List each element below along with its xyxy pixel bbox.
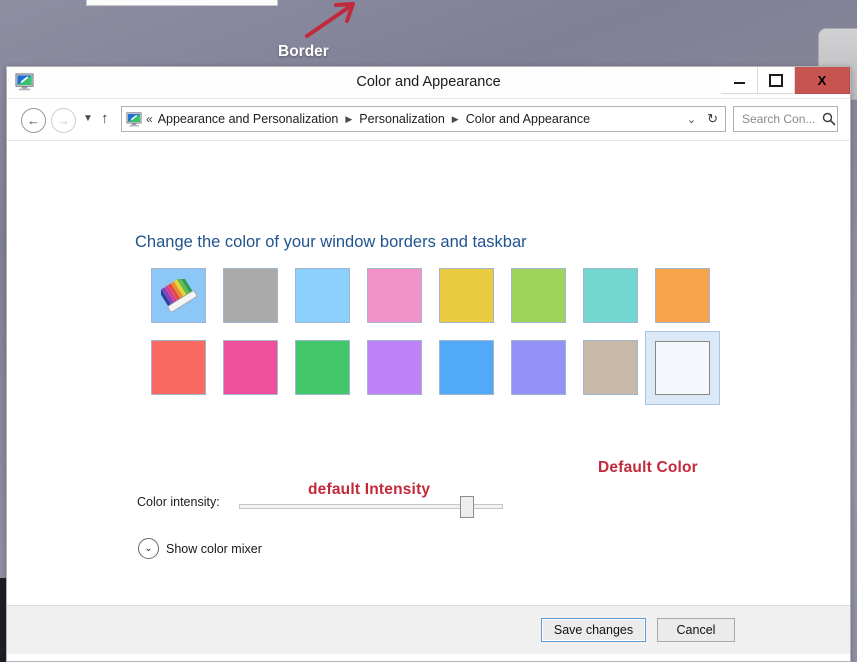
refresh-icon[interactable]: ↻ [707,111,718,127]
minimize-icon [733,82,745,84]
color-intensity-label: Color intensity: [137,495,220,509]
maximize-icon [769,73,783,87]
navigation-bar: ← → ▼ ↑ « Appearance and Personalization… [7,99,850,141]
cancel-button[interactable]: Cancel [657,618,735,642]
color-swatch-violet[interactable] [367,340,422,395]
window-footer: Save changes Cancel [7,605,850,654]
color-swatch-default-white-selected[interactable] [645,331,720,405]
breadcrumb-appearance-and-personalization[interactable]: Appearance and Personalization [158,112,339,126]
color-swatch-blue[interactable] [439,340,494,395]
minimize-button[interactable] [721,67,758,94]
color-swatch-pink[interactable] [367,268,422,323]
color-swatch-lime-green[interactable] [511,268,566,323]
window-title-bar: Color and Appearance X [7,67,850,99]
color-swatch-gray[interactable] [223,268,278,323]
breadcrumb-personalization[interactable]: Personalization [359,112,444,126]
annotation-border-label: Border [278,43,329,60]
window-content: Change the color of your window borders … [7,141,850,654]
breadcrumb-separator-icon: ▶ [451,113,459,124]
swatch-fill [655,341,710,395]
color-swatch-taupe[interactable] [583,340,638,395]
desktop-background: Border Color and Appearance X ← → ▼ ↑ « … [0,0,857,662]
recent-locations-chevron-down-icon[interactable]: ▼ [83,113,93,124]
color-swatch-periwinkle[interactable] [511,340,566,395]
search-box[interactable] [733,106,838,132]
color-swatch-green[interactable] [295,340,350,395]
up-arrow-icon[interactable]: ↑ [101,110,109,127]
breadcrumb-separator-icon: ▶ [345,113,353,124]
chevron-down-icon[interactable]: ⌄ [138,538,159,559]
window-controls: X [721,67,850,94]
annotation-default-color-label: Default Color [598,459,698,476]
color-and-appearance-window: Color and Appearance X ← → ▼ ↑ « Appeara… [6,66,851,662]
breadcrumb-overflow-icon[interactable]: « [146,112,153,126]
color-swatch-row-2 [151,331,737,405]
search-input[interactable] [740,111,822,127]
slider-thumb[interactable] [460,496,474,518]
save-changes-button[interactable]: Save changes [541,618,646,642]
color-swatch-automatic-color[interactable] [151,268,206,323]
color-swatch-row-1 [151,268,727,323]
color-intensity-slider[interactable] [239,496,503,518]
back-button[interactable]: ← [21,108,46,133]
display-monitor-icon [126,111,142,126]
annotation-default-intensity-label: default Intensity [308,481,431,498]
color-fan-icon [160,278,197,312]
maximize-button[interactable] [758,67,795,94]
address-dropdown-chevron-down-icon[interactable]: ⌄ [687,113,696,126]
address-bar[interactable]: « Appearance and Personalization ▶ Perso… [121,106,726,132]
breadcrumb-color-and-appearance[interactable]: Color and Appearance [466,112,590,126]
forward-button[interactable]: → [51,108,76,133]
color-swatch-yellow[interactable] [439,268,494,323]
show-color-mixer-label: Show color mixer [166,541,262,556]
color-swatch-turquoise[interactable] [583,268,638,323]
color-swatch-sky-blue[interactable] [295,268,350,323]
page-title: Change the color of your window borders … [135,233,527,251]
color-swatch-coral-red[interactable] [151,340,206,395]
magnifier-icon [822,112,836,126]
background-window-fragment-top [86,0,278,6]
close-button[interactable]: X [795,67,850,94]
show-color-mixer-toggle[interactable]: ⌄ Show color mixer [138,538,262,559]
color-swatch-hot-pink[interactable] [223,340,278,395]
color-swatch-orange[interactable] [655,268,710,323]
